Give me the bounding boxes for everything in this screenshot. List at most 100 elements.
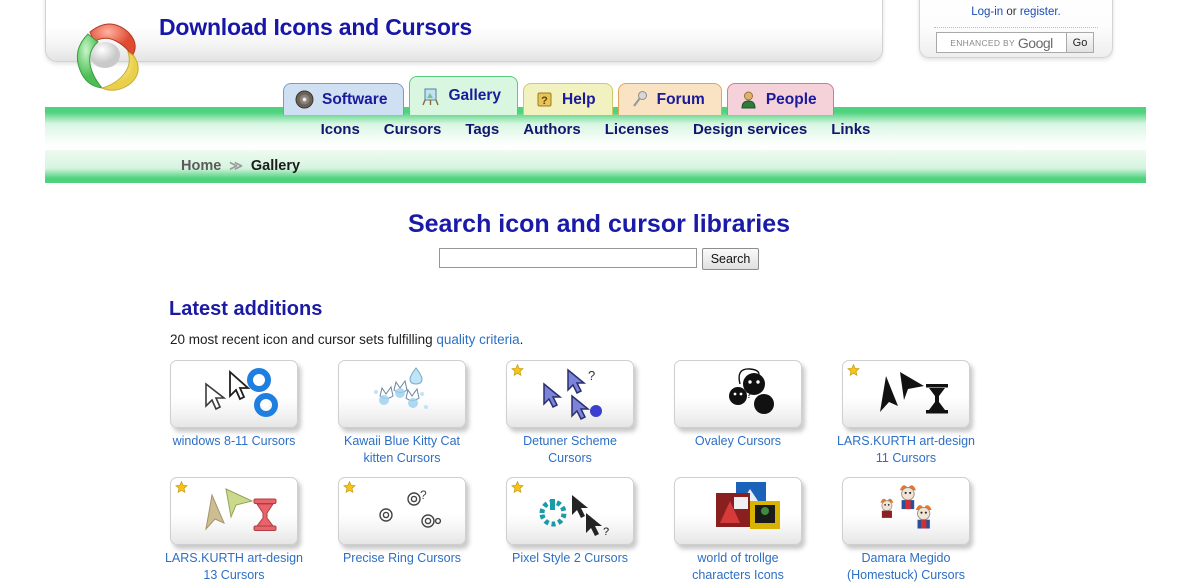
subtitle-text-before: 20 most recent icon and cursor sets fulf… bbox=[170, 332, 437, 347]
google-wordmark: Googl bbox=[1017, 34, 1053, 51]
svg-text:?: ? bbox=[588, 368, 595, 383]
gallery-card-thumbnail[interactable]: ? bbox=[506, 477, 634, 545]
featured-star-icon bbox=[511, 480, 524, 494]
gallery-card[interactable]: ? Pixel Style 2 Cursors bbox=[506, 477, 634, 584]
gallery-card-label[interactable]: windows 8-11 Cursors bbox=[164, 433, 304, 450]
breadcrumb-home-link[interactable]: Home bbox=[181, 158, 221, 174]
featured-star-icon bbox=[175, 480, 188, 494]
google-go-button[interactable]: Go bbox=[1066, 32, 1094, 53]
google-search-form: Enhanced by Googl Go bbox=[936, 32, 1094, 53]
site-logo-icon[interactable] bbox=[58, 8, 150, 100]
subnav-item-cursors[interactable]: Cursors bbox=[384, 121, 442, 138]
subtitle-text-after: . bbox=[519, 332, 524, 347]
gallery-card-label[interactable]: LARS.KURTH art-design 13 Cursors bbox=[164, 550, 304, 584]
pixel-teal-ring-art: ? bbox=[507, 478, 633, 544]
gallery-card-label[interactable]: Ovaley Cursors bbox=[668, 433, 808, 450]
gallery-grid: windows 8-11 Cursors Kawaii Blue Kitty C… bbox=[165, 360, 1032, 584]
gallery-card-thumbnail[interactable] bbox=[674, 477, 802, 545]
tab-people[interactable]: People bbox=[726, 83, 834, 115]
tab-label: Gallery bbox=[448, 87, 502, 104]
subnav-item-licenses[interactable]: Licenses bbox=[605, 121, 669, 138]
google-enhanced-label: Enhanced by bbox=[950, 37, 1015, 48]
person-icon bbox=[739, 90, 758, 109]
main-tabs: Software Gallery ? Help Forum People bbox=[283, 76, 834, 115]
gallery-card-label[interactable]: Kawaii Blue Kitty Cat kitten Cursors bbox=[332, 433, 472, 467]
help-book-icon: ? bbox=[535, 90, 554, 109]
featured-star-icon bbox=[343, 480, 356, 494]
google-search-input[interactable]: Enhanced by Googl bbox=[936, 32, 1066, 53]
gallery-card[interactable]: ? Ovaley Cursors bbox=[674, 360, 802, 467]
gallery-card-label[interactable]: world of trollge characters Icons bbox=[668, 550, 808, 584]
breadcrumb: Home ≫ Gallery bbox=[181, 158, 300, 174]
svg-text:?: ? bbox=[603, 526, 609, 538]
gallery-card[interactable]: Damara Megido (Homestuck) Cursors bbox=[842, 477, 970, 584]
tab-label: Software bbox=[322, 90, 388, 108]
page-title: Download Icons and Cursors bbox=[159, 14, 473, 40]
gallery-card-label[interactable]: Pixel Style 2 Cursors bbox=[500, 550, 640, 567]
gallery-card[interactable]: ? Detuner Scheme Cursors bbox=[506, 360, 634, 467]
cd-disc-icon bbox=[295, 90, 314, 109]
microphone-icon bbox=[630, 90, 649, 109]
trollge-thumbnails-art bbox=[675, 478, 801, 544]
blue-arrow-cursors-art: ? bbox=[507, 361, 633, 427]
login-or-text: or bbox=[1003, 6, 1020, 18]
gallery-card[interactable]: LARS.KURTH art-design 13 Cursors bbox=[165, 477, 303, 584]
subnav-item-icons[interactable]: Icons bbox=[321, 121, 360, 138]
gallery-card-thumbnail[interactable] bbox=[842, 477, 970, 545]
gallery-card-label[interactable]: Precise Ring Cursors bbox=[332, 550, 472, 567]
gallery-card[interactable]: ? Precise Ring Cursors bbox=[338, 477, 466, 584]
precise-rings-art: ? bbox=[339, 478, 465, 544]
easel-icon bbox=[421, 87, 440, 106]
tab-label: Help bbox=[562, 90, 596, 108]
tab-label: People bbox=[765, 90, 817, 108]
gallery-card-thumbnail[interactable] bbox=[170, 360, 298, 428]
search-section-heading: Search icon and cursor libraries bbox=[407, 210, 791, 238]
tab-software[interactable]: Software bbox=[283, 83, 405, 115]
featured-star-icon bbox=[847, 363, 860, 377]
gallery-card[interactable]: Kawaii Blue Kitty Cat kitten Cursors bbox=[338, 360, 466, 467]
tan-arrows-red-hourglass-art bbox=[171, 478, 297, 544]
register-link[interactable]: register. bbox=[1020, 6, 1061, 18]
search-form: Search bbox=[0, 248, 1198, 270]
page-root: Download Icons and Cursors Log-in or reg… bbox=[0, 0, 1198, 588]
quality-criteria-link[interactable]: quality criteria bbox=[436, 332, 519, 347]
gallery-card-thumbnail[interactable]: ? bbox=[338, 477, 466, 545]
breadcrumb-separator-icon: ≫ bbox=[229, 158, 243, 173]
gallery-card-thumbnail[interactable] bbox=[338, 360, 466, 428]
tab-help[interactable]: ? Help bbox=[523, 83, 613, 115]
search-input[interactable] bbox=[438, 248, 697, 268]
subnav-item-links[interactable]: Links bbox=[831, 121, 870, 138]
gallery-card-label[interactable]: LARS.KURTH art-design 11 Cursors bbox=[836, 433, 976, 467]
login-divider bbox=[934, 27, 1098, 28]
login-link[interactable]: Log-in bbox=[971, 6, 1003, 18]
featured-star-icon bbox=[511, 363, 524, 377]
tab-gallery[interactable]: Gallery bbox=[409, 76, 519, 115]
black-arrows-hourglass-art bbox=[843, 361, 969, 427]
gallery-card-thumbnail[interactable] bbox=[842, 360, 970, 428]
gallery-card-thumbnail[interactable]: ? bbox=[674, 360, 802, 428]
login-line: Log-in or register. bbox=[920, 6, 1112, 18]
gallery-card-thumbnail[interactable]: ? bbox=[506, 360, 634, 428]
svg-text:?: ? bbox=[746, 389, 752, 401]
gallery-card[interactable]: world of trollge characters Icons bbox=[674, 477, 802, 584]
search-button[interactable]: Search bbox=[701, 248, 760, 270]
subnav-item-authors[interactable]: Authors bbox=[523, 121, 581, 138]
latest-additions-subtitle: 20 most recent icon and cursor sets fulf… bbox=[170, 332, 523, 347]
gallery-card-thumbnail[interactable] bbox=[170, 477, 298, 545]
black-bomb-faces-art: ? bbox=[675, 361, 801, 427]
subnav-item-tags[interactable]: Tags bbox=[465, 121, 499, 138]
damara-megido-heads-art bbox=[843, 478, 969, 544]
subnav-item-design-services[interactable]: Design services bbox=[693, 121, 807, 138]
tab-label: Forum bbox=[656, 90, 705, 108]
gallery-card-label[interactable]: Detuner Scheme Cursors bbox=[500, 433, 640, 467]
blue-ring-cursors-art bbox=[171, 361, 297, 427]
tab-forum[interactable]: Forum bbox=[617, 83, 722, 115]
login-search-panel: Log-in or register. Enhanced by Googl Go bbox=[919, 0, 1113, 58]
svg-text:?: ? bbox=[541, 95, 548, 107]
gallery-card-label[interactable]: Damara Megido (Homestuck) Cursors bbox=[836, 550, 976, 584]
sub-navigation: Icons Cursors Tags Authors Licenses Desi… bbox=[45, 121, 1146, 138]
gallery-card[interactable]: LARS.KURTH art-design 11 Cursors bbox=[837, 360, 975, 467]
kawaii-cats-art bbox=[339, 361, 465, 427]
gallery-card[interactable]: windows 8-11 Cursors bbox=[170, 360, 298, 467]
latest-additions-heading: Latest additions bbox=[169, 298, 323, 320]
